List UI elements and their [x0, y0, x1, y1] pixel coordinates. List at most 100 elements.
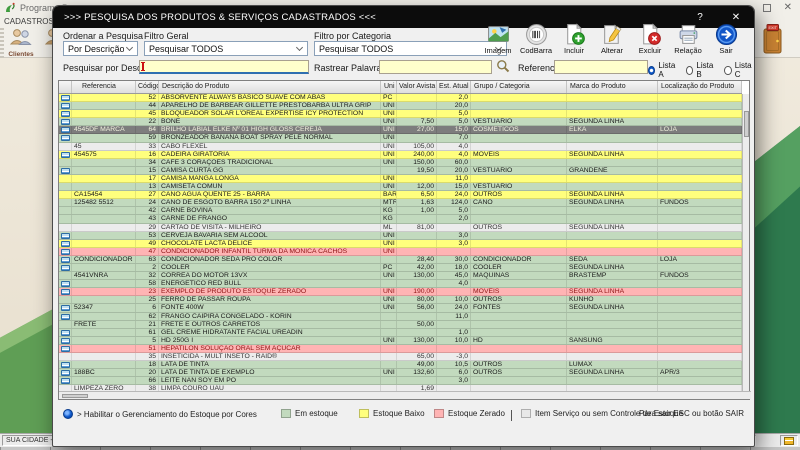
cell-marca: SEGUNDA LINHA [567, 150, 658, 158]
table-row[interactable]: 2 COOLER PC 42,00 18,0 COOLER SEGUNDA LI… [59, 263, 742, 273]
cell-localizacao [658, 263, 742, 272]
table-row[interactable]: 18 LATA DE TINTA 49,00 10,5 OUTROS LUMAX [59, 361, 742, 370]
imagem-button[interactable]: Imagem [481, 23, 515, 55]
pesquisar-descricao-input[interactable] [139, 60, 309, 74]
header-grupo-categoria[interactable]: Grupo / Categoria [471, 81, 567, 93]
rastrear-palavras-input[interactable] [379, 60, 492, 74]
table-row[interactable]: 43 CARNE DE FRANGO KG 2,0 [59, 215, 742, 224]
sair-button[interactable]: Sair [709, 23, 743, 55]
table-row[interactable]: 34 CAFE 3 CORAÇÕES TRADICIONAL UNI 150,0… [59, 158, 742, 167]
radio-lista-c[interactable]: Lista C [724, 61, 754, 79]
table-row[interactable]: 49 CHOCOLATE LACTA DELICE UNI 3,0 [59, 239, 742, 248]
cell-est-atual: 2,0 [437, 94, 471, 102]
horizontal-scrollbar-thumb[interactable] [62, 393, 88, 398]
referencia-input[interactable] [554, 60, 648, 74]
toolbar-button-label: Clientes [8, 51, 34, 58]
table-row[interactable]: 42 CARNE BOVINA KG 1,00 5,0 [59, 207, 742, 216]
cell-est-atual [437, 247, 471, 255]
cell-valor-avista: 65,00 [397, 353, 437, 361]
codbarra-button[interactable]: CodBarra [519, 23, 553, 55]
table-row[interactable]: 66 LEITE NAN SOY EM PO 3,0 [59, 377, 742, 386]
cell-referencia: 188BC [72, 369, 136, 377]
product-image-icon [61, 167, 70, 174]
table-row[interactable]: 4545DF MARCA 64 BRILHO LABIAL ELKE Nº 01… [59, 126, 742, 135]
close-window-icon[interactable]: ✕ [784, 3, 792, 13]
filtro-geral-combobox[interactable]: Pesquisar TODOS [144, 41, 308, 56]
product-image-icon [61, 289, 70, 296]
filtro-geral-label: Filtro Geral [144, 31, 189, 41]
table-row[interactable]: 62 FRANGO CAIPIRA CONGELADO - KORIN 11,0 [59, 312, 742, 321]
table-row[interactable]: 15 CAMISA CURTA GG 19,50 20,0 VESTUARIO … [59, 166, 742, 175]
header-descricao[interactable]: Descrição do Produto [159, 81, 381, 93]
relacao-button[interactable]: Relação [671, 23, 705, 55]
vertical-scrollbar-thumb[interactable] [743, 111, 749, 137]
legend-enable[interactable]: > Habilitar o Gerenciamento do Estoque p… [63, 409, 257, 419]
table-row[interactable]: CA15454 27 CANO AGUA QUENTE 25 - BARRA B… [59, 191, 742, 200]
table-row[interactable]: 61 GEL CREME HIDRATANTE FACIAL UREADIN 1… [59, 328, 742, 337]
row-image-cell [59, 231, 72, 239]
table-row[interactable]: 13 CAMISETA COMUN UNI 12,00 15,0 VESTUAR… [59, 183, 742, 192]
table-row[interactable]: 45 BLOQUEADOR SOLAR L'OREAL EXPERTISE IC… [59, 110, 742, 119]
table-row[interactable]: 17 CAMISA MANGA LONGA UNI 11,0 [59, 174, 742, 184]
header-marca[interactable]: Marca do Produto [567, 81, 658, 93]
ordenar-combobox[interactable]: Por Descrição [63, 41, 138, 56]
restore-window-icon[interactable] [762, 4, 771, 12]
table-row[interactable]: 454575 16 CADEIRA GIRATORIA UNI 240,00 4… [59, 150, 742, 159]
toolbar-button-exit-door[interactable]: EXIT [760, 24, 786, 60]
table-row[interactable]: 47 CONDICIONADOR INFANTIL TURMA DA MÔNIC… [59, 247, 742, 256]
menu-cadastros[interactable]: CADASTROS [4, 17, 54, 26]
alterar-button[interactable]: Alterar [595, 23, 629, 55]
cell-referencia [72, 102, 136, 110]
table-row[interactable]: 23 EXEMPLO DE PRODUTO ESTOQUE ZERADO UNI… [59, 288, 742, 297]
table-row[interactable]: 51 HEPATILON SOLUÇÃO ORAL SEM AÇÚCAR [59, 344, 742, 353]
table-row[interactable]: 52347 6 FONTE 400W UNI 56,00 24,0 FONTES… [59, 304, 742, 313]
cell-descricao: INSETICIDA - MULT INSETO - RAID® [159, 353, 381, 361]
table-row[interactable]: 44 APARELHO DE BARBEAR GILLETTE PRESTOBA… [59, 102, 742, 111]
header-uni[interactable]: Uni [381, 81, 397, 93]
cell-localizacao [658, 150, 742, 158]
table-row[interactable]: 25 FERRO DE PASSAR ROUPA UNI 80,00 10,0 … [59, 296, 742, 305]
statusbar-system-icon[interactable] [780, 435, 798, 446]
table-row[interactable]: 4541VNRA 32 CORREA DO MOTOR 13VX UNI 130… [59, 272, 742, 281]
filtro-categoria-combobox[interactable]: Pesquisar TODOS [314, 41, 507, 56]
radio-lista-a[interactable]: Lista A [648, 61, 677, 79]
header-localizacao[interactable]: Localização do Produto [658, 81, 742, 93]
cell-descricao: BLOQUEADOR SOLAR L'OREAL EXPERTISE ICY P… [159, 110, 381, 118]
header-codigo[interactable]: Código [136, 81, 159, 93]
table-row[interactable]: CONDICIONADOR 63 CONDICIONADOR SEDA PRO … [59, 255, 742, 264]
horizontal-scrollbar[interactable] [59, 391, 751, 399]
table-row[interactable]: FRETE 21 FRETE E OUTROS CARRETOS 50,00 [59, 320, 742, 329]
table-row[interactable]: 59 BRONZEADOR BANANA BOAT SPRAY PELE NOR… [59, 134, 742, 143]
row-image-cell [59, 102, 72, 110]
low-stock-swatch [359, 409, 369, 418]
table-row[interactable]: 29 CARTAO DE VISITA - MILHEIRO ML 81,00 … [59, 223, 742, 232]
table-row[interactable]: 22 BONE UNI 7,50 5,0 VESTUARIO SEGUNDA L… [59, 118, 742, 127]
cell-valor-avista: 28,40 [397, 255, 437, 263]
table-row[interactable]: 5 HD 250G I UNI 130,00 10,0 HD SANSUNG [59, 336, 742, 345]
header-est-atual[interactable]: Est. Atual [437, 81, 471, 93]
cell-est-atual: 5,0 [437, 110, 471, 118]
product-image-icon [61, 232, 70, 239]
toolbar-button-clientes[interactable]: Clientes [3, 27, 39, 58]
vertical-scrollbar[interactable] [742, 94, 749, 391]
row-image-cell [59, 199, 72, 207]
excluir-button[interactable]: Excluir [633, 23, 667, 55]
cell-uni [381, 320, 397, 328]
cell-marca: SEGUNDA LINHA [567, 191, 658, 199]
row-image-cell [59, 280, 72, 288]
radio-lista-b[interactable]: Lista B [685, 61, 715, 79]
table-row[interactable]: 58 ENERGETICO RED BULL 4,0 [59, 280, 742, 289]
table-row[interactable]: 188BC 20 LATA DE TINTA DE EXEMPLO UNI 13… [59, 369, 742, 378]
header-valor-avista[interactable]: Valor Avista [397, 81, 437, 93]
table-row[interactable]: 35 INSETICIDA - MULT INSETO - RAID® 65,0… [59, 353, 742, 362]
incluir-button[interactable]: Incluir [557, 23, 591, 55]
table-row[interactable]: 53 CERVEJA BAVARIA SEM ALCOOL UNI 3,0 [59, 231, 742, 240]
radio-icon [724, 65, 732, 75]
header-referencia[interactable]: Referencia [72, 81, 136, 93]
exit-door-icon: EXIT [763, 24, 782, 54]
table-row[interactable]: 45 33 CABO FLEXEL UNI 105,00 4,0 [59, 142, 742, 151]
cell-uni: PC [381, 94, 397, 102]
table-row[interactable]: 52 ABSORVENTE ALWAYS BÁSICO SUAVE COM AB… [59, 94, 742, 103]
table-row[interactable]: 125482 5512 24 CANO DE ESGOTO BARRA 150 … [59, 199, 742, 208]
cell-est-atual: 10,0 [437, 296, 471, 304]
